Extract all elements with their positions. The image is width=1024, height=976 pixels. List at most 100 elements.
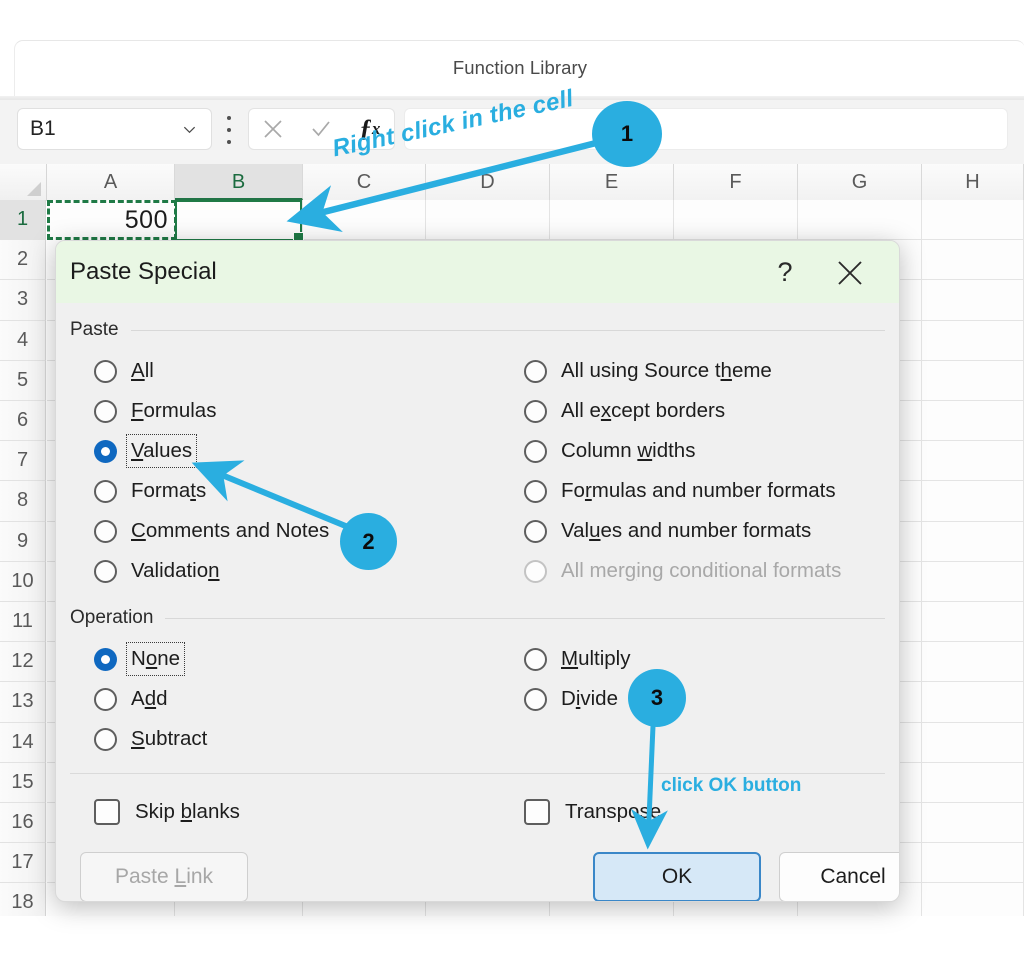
radio-icon[interactable] <box>94 647 117 671</box>
checkbox-skip-blanks[interactable]: Skip blanks <box>70 792 500 832</box>
paste-option-validation[interactable]: Validation <box>70 551 500 591</box>
radio-icon[interactable] <box>94 727 117 751</box>
row-header-9[interactable]: 9 <box>0 521 46 562</box>
radio-icon[interactable] <box>94 479 117 503</box>
row-header-16[interactable]: 16 <box>0 803 46 844</box>
ok-button[interactable]: OK <box>593 852 761 901</box>
grid-cell-H1[interactable] <box>922 200 1024 241</box>
paste-option-formulas[interactable]: Formulas <box>70 391 500 431</box>
paste-option-column-widths[interactable]: Column widths <box>500 431 885 471</box>
paste-option-values[interactable]: Values <box>70 431 500 471</box>
grid-cell-D1[interactable] <box>426 200 550 241</box>
operation-option-add[interactable]: Add <box>70 679 500 719</box>
column-header-G[interactable]: G <box>798 164 922 200</box>
radio-icon[interactable] <box>524 359 547 383</box>
fx-icon[interactable]: ƒx <box>355 114 385 144</box>
select-all-corner[interactable] <box>0 164 47 200</box>
column-header-D[interactable]: D <box>426 164 550 200</box>
grid-cell-H2[interactable] <box>922 240 1024 281</box>
close-icon[interactable] <box>831 254 869 292</box>
radio-icon[interactable] <box>94 559 117 583</box>
radio-icon[interactable] <box>524 439 547 463</box>
radio-icon[interactable] <box>524 687 547 711</box>
column-header-E[interactable]: E <box>550 164 674 200</box>
checkbox-icon[interactable] <box>94 799 120 825</box>
paste-option-values-and-number-formats[interactable]: Values and number formats <box>500 511 885 551</box>
grid-cell-H5[interactable] <box>922 360 1024 401</box>
cell-B1[interactable] <box>175 200 304 243</box>
help-icon[interactable]: ? <box>767 254 803 290</box>
grid-cell-H11[interactable] <box>922 602 1024 643</box>
grid-cell-H16[interactable] <box>922 803 1024 844</box>
checkbox-transpose[interactable]: Transpose <box>500 792 885 832</box>
grid-cell-H17[interactable] <box>922 843 1024 884</box>
grid-cell-H7[interactable] <box>922 441 1024 482</box>
column-header-H[interactable]: H <box>922 164 1024 200</box>
grid-cell-H4[interactable] <box>922 320 1024 361</box>
row-header-13[interactable]: 13 <box>0 682 46 723</box>
radio-icon[interactable] <box>524 647 547 671</box>
row-header-6[interactable]: 6 <box>0 401 46 442</box>
paste-option-all[interactable]: All <box>70 351 500 391</box>
grid-cell-H9[interactable] <box>922 521 1024 562</box>
cancel-button[interactable]: Cancel <box>779 852 899 901</box>
operation-option-none[interactable]: None <box>70 639 500 679</box>
close-icon[interactable] <box>258 114 288 144</box>
grid-cell-C1[interactable] <box>303 200 426 241</box>
grid-cell-H10[interactable] <box>922 561 1024 602</box>
row-header-4[interactable]: 4 <box>0 320 46 361</box>
grid-cell-F1[interactable] <box>674 200 798 241</box>
more-options-icon[interactable] <box>226 116 232 144</box>
operation-option-divide[interactable]: Divide <box>500 679 885 719</box>
row-header-11[interactable]: 11 <box>0 602 46 643</box>
radio-icon[interactable] <box>524 519 547 543</box>
column-header-C[interactable]: C <box>303 164 426 200</box>
grid-cell-H6[interactable] <box>922 401 1024 442</box>
cell-A1[interactable]: 500 <box>47 200 177 240</box>
paste-option-formulas-and-number-formats[interactable]: Formulas and number formats <box>500 471 885 511</box>
grid-cell-H13[interactable] <box>922 682 1024 723</box>
operation-option-multiply[interactable]: Multiply <box>500 639 885 679</box>
operation-option-subtract[interactable]: Subtract <box>70 719 500 759</box>
row-header-3[interactable]: 3 <box>0 280 46 321</box>
radio-icon[interactable] <box>94 439 117 463</box>
column-header-B[interactable]: B <box>175 164 303 200</box>
column-header-F[interactable]: F <box>674 164 798 200</box>
radio-icon[interactable] <box>94 359 117 383</box>
row-header-17[interactable]: 17 <box>0 843 46 884</box>
paste-option-all-using-source-theme[interactable]: All using Source theme <box>500 351 885 391</box>
formula-input[interactable] <box>404 108 1008 150</box>
row-header-18[interactable]: 18 <box>0 883 46 916</box>
name-box[interactable]: B1 <box>17 108 212 150</box>
row-header-14[interactable]: 14 <box>0 722 46 763</box>
radio-icon[interactable] <box>524 399 547 423</box>
chevron-down-icon[interactable] <box>182 122 197 137</box>
paste-link-button[interactable]: Paste Link <box>80 852 248 901</box>
paste-option-formats[interactable]: Formats <box>70 471 500 511</box>
radio-icon[interactable] <box>94 687 117 711</box>
grid-cell-G1[interactable] <box>798 200 922 241</box>
row-header-7[interactable]: 7 <box>0 441 46 482</box>
grid-cell-H8[interactable] <box>922 481 1024 522</box>
row-header-8[interactable]: 8 <box>0 481 46 522</box>
radio-icon[interactable] <box>524 479 547 503</box>
row-header-2[interactable]: 2 <box>0 240 46 281</box>
checkbox-icon[interactable] <box>524 799 550 825</box>
row-header-12[interactable]: 12 <box>0 642 46 683</box>
paste-option-comments-and-notes[interactable]: Comments and Notes <box>70 511 500 551</box>
check-icon[interactable] <box>306 114 336 144</box>
row-header-1[interactable]: 1 <box>0 200 46 241</box>
grid-cell-H12[interactable] <box>922 642 1024 683</box>
grid-cell-H18[interactable] <box>922 883 1024 916</box>
row-header-5[interactable]: 5 <box>0 360 46 401</box>
row-header-15[interactable]: 15 <box>0 762 46 803</box>
grid-cell-H15[interactable] <box>922 762 1024 803</box>
paste-option-all-except-borders[interactable]: All except borders <box>500 391 885 431</box>
grid-cell-H3[interactable] <box>922 280 1024 321</box>
column-header-A[interactable]: A <box>47 164 175 200</box>
grid-cell-H14[interactable] <box>922 722 1024 763</box>
grid-cell-E1[interactable] <box>550 200 674 241</box>
radio-icon[interactable] <box>94 519 117 543</box>
radio-icon[interactable] <box>94 399 117 423</box>
row-header-10[interactable]: 10 <box>0 561 46 602</box>
